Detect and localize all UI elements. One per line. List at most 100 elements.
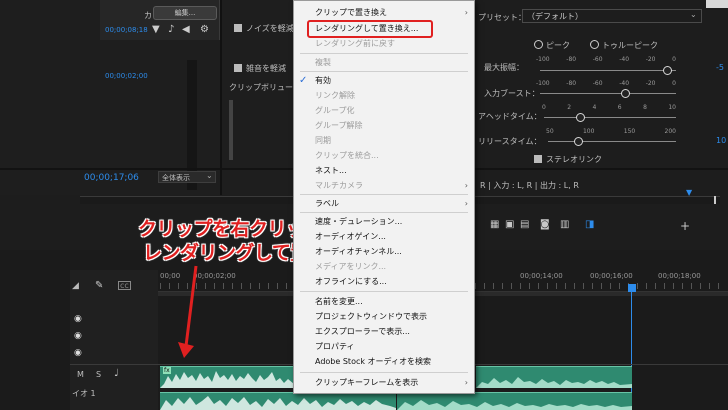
menu-item-audio-channels[interactable]: オーディオチャンネル... <box>294 244 474 260</box>
lift-icon[interactable]: ▦ <box>490 219 499 230</box>
menu-item-enable[interactable]: ✓ 有効 <box>294 73 474 89</box>
menu-item-label: 速度・デュレーション... <box>315 217 403 226</box>
release-value[interactable]: 10 <box>716 136 726 145</box>
waveform <box>160 371 294 388</box>
menu-item-label: エクスプローラーで表示... <box>315 327 410 336</box>
true-peak-radio[interactable] <box>590 40 599 49</box>
menu-item-make-offline[interactable]: オフラインにする... <box>294 274 474 290</box>
menu-item-unlink[interactable]: リンク解除 <box>294 88 474 104</box>
edit-button[interactable]: 編集... <box>153 6 217 20</box>
menu-item-audio-gain[interactable]: オーディオゲイン... <box>294 229 474 245</box>
preset-scrollbar[interactable] <box>706 0 728 8</box>
scale-tick-label: -20 <box>645 80 656 87</box>
clip-volume-meter <box>229 100 233 160</box>
menu-item-ungroup[interactable]: グループ解除 <box>294 118 474 134</box>
audio-clip-lower-left[interactable] <box>160 392 396 410</box>
ruler-label: 00;00;18;00 <box>658 272 701 280</box>
stereo-link-checkbox[interactable] <box>534 155 542 163</box>
lookahead-track[interactable] <box>544 117 676 118</box>
release-knob[interactable] <box>574 137 583 146</box>
eye-icon[interactable]: ◉ <box>74 349 86 358</box>
export-frame-icon[interactable]: ▤ <box>520 219 529 230</box>
menu-item-properties[interactable]: プロパティ <box>294 339 474 355</box>
menu-item-nest[interactable]: ネスト... <box>294 163 474 179</box>
source-timecode-left: 00;00;02;00 <box>105 72 148 80</box>
menu-item-merge-clips[interactable]: クリップを統合... <box>294 148 474 164</box>
hum-reduce-checkbox[interactable] <box>234 64 242 72</box>
wrench-icon[interactable]: ✎ <box>95 280 103 291</box>
menu-item-label-color[interactable]: ラベル › <box>294 196 474 212</box>
menu-separator <box>300 53 468 54</box>
menu-item-link-media[interactable]: メディアをリンク... <box>294 259 474 275</box>
chevron-down-icon: ⌄ <box>690 10 697 19</box>
menu-item-label: Adobe Stock オーディオを検索 <box>315 357 431 366</box>
music-icon[interactable]: ♪ <box>168 24 174 35</box>
stereo-link-label: ステレオリンク <box>546 155 602 164</box>
menu-item-show-clip-keyframes[interactable]: クリップキーフレームを表示 › <box>294 375 474 391</box>
waveform <box>476 377 632 388</box>
menu-item-multicam[interactable]: マルチカメラ › <box>294 178 474 194</box>
scale-tick-label: 150 <box>623 128 636 135</box>
noise-reduce-checkbox[interactable] <box>234 24 242 32</box>
panel-divider <box>220 0 222 195</box>
chevron-right-icon: › <box>464 8 468 17</box>
menu-item-label: メディアをリンク... <box>315 262 387 271</box>
caption-icon[interactable]: cc <box>118 281 131 290</box>
settings-icon[interactable]: ⚙ <box>200 24 209 35</box>
ruler-label: 00;00;16;00 <box>590 272 633 280</box>
snap-track-icon[interactable]: ◢ <box>72 281 79 291</box>
lookahead-knob[interactable] <box>576 113 585 122</box>
snap-icon[interactable]: ◨ <box>585 219 594 230</box>
eye-icon[interactable]: ◉ <box>74 315 86 324</box>
scale-tick-label: 6 <box>617 104 622 111</box>
scale-tick-label: -40 <box>619 80 630 87</box>
extract-icon[interactable]: ▣ <box>505 219 514 230</box>
menu-item-adobe-stock-audio[interactable]: Adobe Stock オーディオを検索 <box>294 354 474 370</box>
camera-icon[interactable]: ◙ <box>540 219 550 230</box>
menu-item-label: グループ化 <box>315 106 355 115</box>
max-amp-knob[interactable] <box>663 66 672 75</box>
mute-button[interactable]: M <box>77 370 84 379</box>
preset-select[interactable]: （デフォルト） <box>522 9 702 23</box>
playhead-icon[interactable]: ▼ <box>686 188 692 197</box>
chevron-right-icon: › <box>464 199 468 208</box>
menu-item-label: オフラインにする... <box>315 277 387 286</box>
microphone-icon[interactable]: ♩ <box>114 368 119 379</box>
max-amp-track[interactable] <box>540 70 676 71</box>
playhead-marker[interactable] <box>628 284 636 292</box>
audio-clip-lower-right[interactable] <box>397 392 632 410</box>
input-boost-knob[interactable] <box>621 89 630 98</box>
audio-clip-right[interactable] <box>476 366 632 388</box>
menu-item-restore-unrendered[interactable]: レンダリング前に戻す <box>294 36 474 52</box>
speaker-icon[interactable]: ◀ <box>182 24 190 35</box>
program-timecode[interactable]: 00;00;17;06 <box>84 173 139 183</box>
menu-item-label: クリップで置き換え <box>315 8 387 17</box>
menu-item-rename[interactable]: 名前を変更... <box>294 294 474 310</box>
chevron-right-icon: › <box>464 181 468 190</box>
clip-volume-label: クリップボリューム <box>229 83 301 92</box>
eye-icon[interactable]: ◉ <box>74 332 86 341</box>
menu-item-speed-duration[interactable]: 速度・デュレーション... <box>294 214 474 230</box>
menu-item-replace-with-clip[interactable]: クリップで置き換え › <box>294 5 474 21</box>
filter-icon[interactable]: ▼ <box>152 24 160 35</box>
menu-item-duplicate[interactable]: 複製 <box>294 55 474 71</box>
scale-tick-label: 50 <box>546 128 554 135</box>
scale-tick-label: 100 <box>582 128 595 135</box>
menu-item-reveal-in-explorer[interactable]: エクスプローラーで表示... <box>294 324 474 340</box>
scale-tick-label: -80 <box>566 56 577 63</box>
menu-item-group[interactable]: グループ化 <box>294 103 474 119</box>
menu-item-label: レンダリング前に戻す <box>315 39 395 48</box>
menu-item-reveal-in-project[interactable]: プロジェクトウィンドウで表示 <box>294 309 474 325</box>
menu-item-synchronize[interactable]: 同期 <box>294 133 474 149</box>
peak-radio[interactable] <box>534 40 543 49</box>
add-button-icon[interactable]: + <box>680 219 690 233</box>
solo-button[interactable]: S <box>96 370 101 379</box>
audio-clip-left[interactable] <box>160 366 294 388</box>
compare-icon[interactable]: ▥ <box>560 219 569 230</box>
release-track[interactable] <box>548 141 676 142</box>
input-boost-track[interactable] <box>540 93 676 94</box>
scale-tick-label: -80 <box>566 80 577 87</box>
menu-separator <box>300 372 468 373</box>
max-amp-value[interactable]: -5 <box>716 63 724 72</box>
menu-item-label: クリップキーフレームを表示 <box>315 378 419 387</box>
